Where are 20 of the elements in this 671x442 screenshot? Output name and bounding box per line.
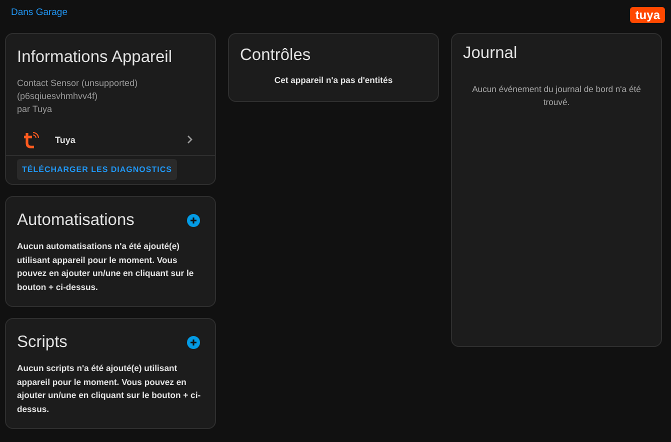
add-icon[interactable] — [187, 336, 200, 349]
card-title: Contrôles — [240, 46, 312, 65]
chevron-right-icon — [187, 135, 193, 144]
card-title: Automatisations — [17, 211, 134, 230]
empty-message: Aucun événement du journal de bord n'a été trouvé. — [471, 83, 642, 109]
brand-logo: tuya — [630, 6, 665, 22]
device-manufacturer: par Tuya — [17, 103, 54, 116]
empty-message: Aucun scripts n'a été ajouté(e) utilisant appareil pour le moment. Vous pouvez en ajouter un/une en cliquant sur le bouton + ci-dessus. — [17, 362, 202, 416]
integration-row[interactable]: Tuya — [6, 124, 215, 155]
card-title: Journal — [463, 44, 518, 63]
empty-message: Aucun automatisations n'a été ajouté(e) utilisant appareil pour le moment. Vous pouvez en ajouter un/une en cliquant sur le bouton + ci-dessus. — [17, 240, 195, 294]
device-model: Contact Sensor (unsupported) — [17, 77, 139, 90]
card-title: Informations Appareil — [16, 47, 174, 67]
empty-message: Cet appareil n'a pas d'entités — [273, 75, 394, 85]
integration-logo-icon — [23, 130, 39, 148]
card-title: Scripts — [17, 333, 68, 352]
add-icon[interactable] — [187, 214, 200, 227]
device-model-id: (p6sqiuesvhmhvv4f) — [17, 90, 99, 103]
breadcrumb-link[interactable]: Dans Garage — [11, 7, 68, 18]
download-diagnostics-button[interactable]: TÉLÉCHARGER LES DIAGNOSTICS — [17, 159, 177, 180]
